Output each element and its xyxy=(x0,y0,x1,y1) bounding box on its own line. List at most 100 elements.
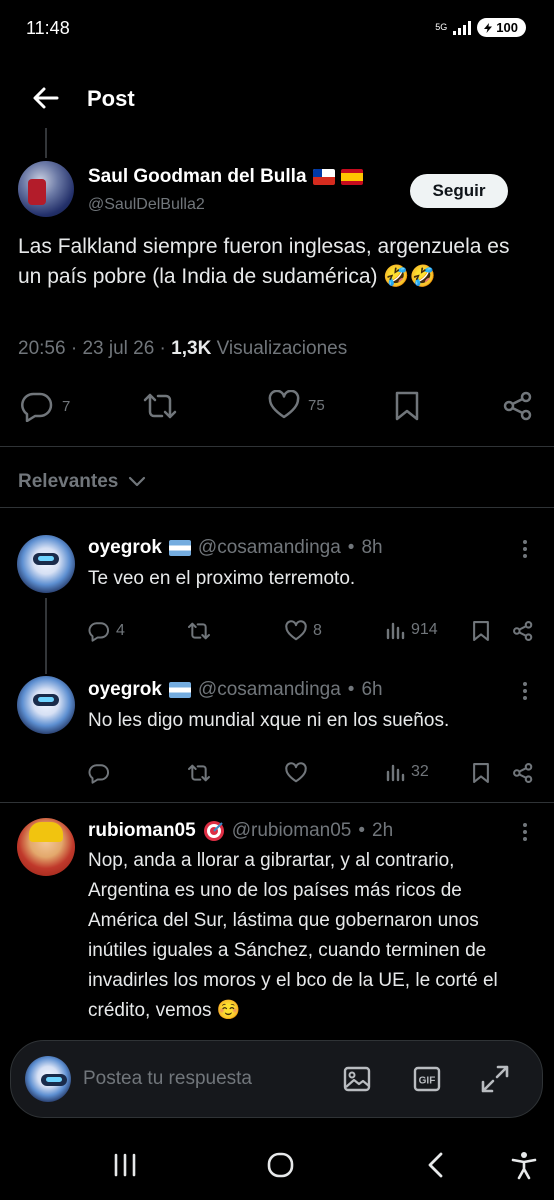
follow-button[interactable]: Seguir xyxy=(410,174,508,208)
author-name[interactable]: Saul Goodman del Bulla xyxy=(88,166,307,188)
back-arrow-icon[interactable] xyxy=(30,82,62,114)
network-badge: 5G xyxy=(435,22,448,32)
repost-button[interactable] xyxy=(187,762,211,784)
accessibility-icon[interactable] xyxy=(510,1150,538,1180)
sort-filter[interactable]: Relevantes xyxy=(18,471,146,493)
repost-button[interactable] xyxy=(187,620,211,642)
share-button[interactable] xyxy=(512,762,534,784)
reply-text: No les digo mundial xque ni en los sueño… xyxy=(88,710,450,731)
repost-button[interactable] xyxy=(142,390,178,422)
reply-avatar[interactable] xyxy=(17,818,75,876)
divider xyxy=(0,446,554,447)
reply-button[interactable] xyxy=(88,762,110,784)
share-icon xyxy=(503,391,532,421)
bookmark-icon xyxy=(473,763,489,783)
views-button[interactable]: 32 xyxy=(385,762,429,782)
chevron-down-icon xyxy=(129,476,146,487)
views-count: 32 xyxy=(411,763,429,780)
divider xyxy=(0,507,554,508)
reply-button[interactable]: 7 xyxy=(20,390,70,422)
argentina-flag-icon xyxy=(168,682,191,698)
reply-author-name[interactable]: rubioman05 xyxy=(88,820,196,842)
reply-button[interactable]: 4 xyxy=(88,620,125,642)
like-count: 8 xyxy=(313,622,322,639)
views-count[interactable]: 1,3K xyxy=(171,338,211,359)
recent-apps-icon[interactable] xyxy=(112,1150,138,1180)
image-icon[interactable] xyxy=(341,1063,373,1095)
like-button[interactable]: 75 xyxy=(268,390,325,420)
more-options-icon[interactable] xyxy=(517,681,533,701)
post-actions: 7 75 xyxy=(0,386,554,426)
post-meta: 20:56 · 23 jul 26 · 1,3K Visualizaciones xyxy=(18,338,348,359)
heart-icon xyxy=(285,762,307,783)
reply-author-name[interactable]: oyegrok xyxy=(88,537,162,559)
author-handle[interactable]: @SaulDelBulla2 xyxy=(88,196,205,214)
battery-bolt-icon xyxy=(484,22,493,33)
bookmark-button[interactable] xyxy=(472,762,490,784)
reply-avatar[interactable] xyxy=(17,535,75,593)
author-avatar[interactable] xyxy=(18,161,74,217)
repost-icon xyxy=(188,622,210,640)
thread-line xyxy=(45,128,47,158)
back-nav-icon[interactable] xyxy=(424,1150,448,1180)
reply-header: oyegrok @cosamandinga • 6h xyxy=(88,679,383,701)
share-button[interactable] xyxy=(512,620,534,642)
reply-time: 8h xyxy=(361,537,383,558)
bar-chart-icon xyxy=(386,622,405,640)
share-button[interactable] xyxy=(502,390,534,422)
reply-composer: Postea tu respuesta GIF xyxy=(10,1040,543,1118)
expand-icon[interactable] xyxy=(479,1063,511,1095)
share-icon xyxy=(513,763,533,783)
reply-time: 2h xyxy=(372,820,394,841)
sort-filter-label: Relevantes xyxy=(18,471,119,492)
spain-flag-icon xyxy=(340,169,363,185)
bookmark-button[interactable] xyxy=(394,390,420,422)
views-button[interactable]: 914 xyxy=(385,620,438,640)
heart-icon xyxy=(285,620,307,641)
reply-text: Nop, anda a llorar a gibrartar, y al con… xyxy=(88,850,498,1021)
reply-header: oyegrok @cosamandinga • 8h xyxy=(88,537,383,559)
more-options-icon[interactable] xyxy=(517,822,533,842)
share-icon xyxy=(513,621,533,641)
comment-icon xyxy=(88,622,109,642)
bookmark-icon xyxy=(473,621,489,641)
repost-icon xyxy=(143,393,177,419)
reply-handle[interactable]: @cosamandinga xyxy=(198,537,341,559)
reply-avatar[interactable] xyxy=(17,676,75,734)
post-time: 20:56 xyxy=(18,338,66,359)
more-options-icon[interactable] xyxy=(517,539,533,559)
divider xyxy=(0,802,554,803)
reply-handle[interactable]: @rubioman05 xyxy=(232,820,352,842)
post-date: 23 jul 26 xyxy=(82,338,155,359)
like-button[interactable]: 8 xyxy=(285,620,322,642)
like-button[interactable] xyxy=(285,762,307,784)
reply-handle[interactable]: @cosamandinga xyxy=(198,679,341,701)
reply-actions: 4 8 914 xyxy=(0,620,554,644)
chile-flag-icon xyxy=(312,169,335,185)
author-name-row[interactable]: Saul Goodman del Bulla xyxy=(88,166,363,188)
reply-time: 6h xyxy=(361,679,383,700)
bar-chart-icon xyxy=(386,764,405,782)
bookmark-button[interactable] xyxy=(472,620,490,642)
svg-text:GIF: GIF xyxy=(419,1076,436,1087)
bookmark-icon xyxy=(395,391,419,421)
views-count: 914 xyxy=(411,621,438,638)
gif-icon[interactable]: GIF xyxy=(411,1063,443,1095)
reply-count: 4 xyxy=(116,622,125,639)
own-avatar[interactable] xyxy=(25,1056,71,1102)
repost-icon xyxy=(188,764,210,782)
separator-dot: • xyxy=(358,820,365,841)
views-label: Visualizaciones xyxy=(216,338,348,359)
reply-author-name[interactable]: oyegrok xyxy=(88,679,162,701)
reply-header: rubioman05 @rubioman05 • 2h xyxy=(88,820,393,842)
battery-level: 100 xyxy=(496,20,518,35)
home-icon[interactable] xyxy=(266,1150,296,1180)
reply-count: 7 xyxy=(62,397,71,415)
reply-input[interactable]: Postea tu respuesta xyxy=(83,1068,252,1090)
separator-dot: • xyxy=(347,537,355,558)
like-count: 75 xyxy=(308,396,325,414)
separator-dot: • xyxy=(347,679,355,700)
page-title: Post xyxy=(87,86,135,111)
comment-icon xyxy=(21,392,53,422)
signal-icon xyxy=(453,20,472,35)
